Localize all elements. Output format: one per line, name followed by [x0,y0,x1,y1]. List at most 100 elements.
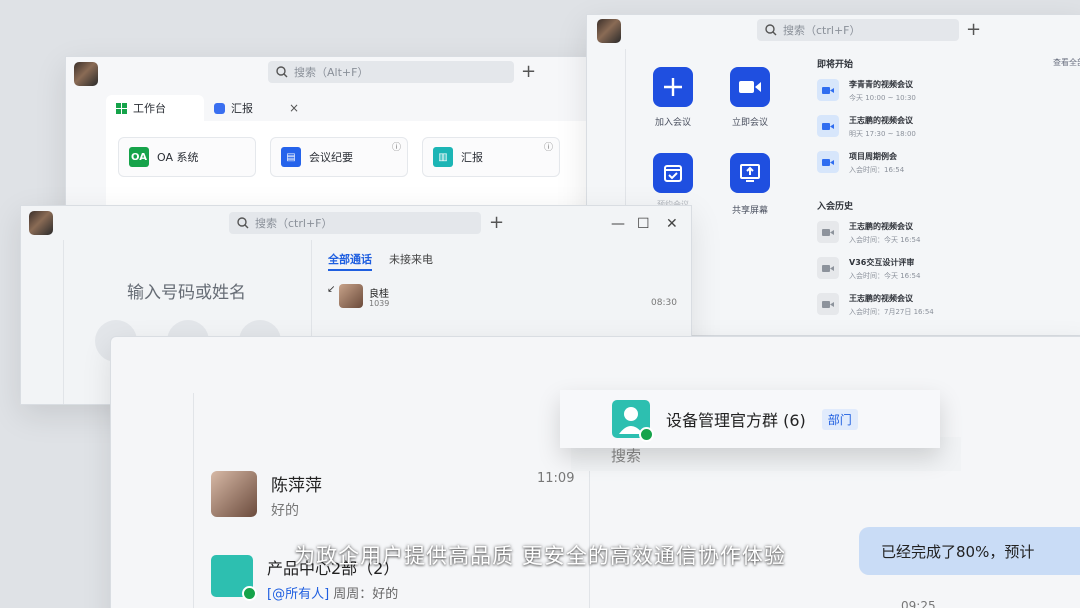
search-placeholder: 搜索（Alt+F） [294,66,369,79]
add-icon[interactable]: + [489,214,504,232]
verified-icon [639,427,654,442]
add-icon[interactable]: + [521,63,536,81]
instant-meeting-label: 立即会议 [731,118,768,128]
search-icon [765,24,777,36]
message-preview: 周周：好的 [333,587,399,602]
sidebar-divider [63,240,64,404]
search-placeholder: 搜索（ctrl+F） [255,217,333,230]
active-tab-indicator [328,269,372,271]
meeting-time: 入会时间：16:54 [849,166,905,174]
history-meeting-item[interactable]: 王志鹏的视频会议 入会时间：今天 16:54 [817,221,920,245]
contact-avatar [211,471,257,517]
join-meeting-label: 加入会议 [654,118,691,128]
tab-all-calls[interactable]: 全部通话 [328,251,372,267]
tab-missed-calls[interactable]: 未接来电 [389,251,433,267]
caller-name: 良桂 [369,289,389,300]
message-time: 11:09 [537,471,575,486]
share-screen-icon [740,164,760,182]
contact-name: 陈萍萍 [271,476,322,496]
verified-icon [242,586,257,601]
schedule-meeting-button[interactable] [653,153,693,193]
mention-tag: [@所有人] [267,587,330,602]
app-label: 汇报 [461,151,483,164]
plus-icon [664,78,682,96]
join-meeting-button[interactable] [653,67,693,107]
meeting-title: 王志鹏的视频会议 [849,294,913,303]
history-meeting-item[interactable]: V36交互设计评审 入会时间：今天 16:54 [817,257,920,281]
search-icon [276,66,288,78]
maximize-icon[interactable]: ☐ [637,216,650,232]
upcoming-title: 即将开始 [817,60,854,70]
message-preview: 好的 [271,503,299,519]
dialer-search[interactable]: 搜索（ctrl+F） [229,212,481,234]
tab-report[interactable]: 汇报 × [204,95,309,121]
meeting-time: 今天 10:00 ~ 10:30 [849,94,916,102]
add-icon[interactable]: + [966,21,981,39]
instant-meeting-button[interactable] [730,67,770,107]
department-badge: 部门 [821,408,858,430]
close-icon[interactable]: ✕ [666,216,678,232]
meeting-title: 王志鹏的视频会议 [849,222,913,231]
close-icon[interactable]: × [289,101,299,115]
upcoming-meeting-item[interactable]: 项目周期例会 入会时间：16:54 [817,151,904,175]
share-screen-label: 共享屏幕 [731,206,768,216]
user-avatar[interactable] [29,211,53,235]
meeting-title: 项目周期例会 [849,152,897,161]
history-title: 入会历史 [817,202,854,212]
bubble-time: 09:25 [901,599,936,608]
app-report[interactable]: ▥ 汇报 ⓘ [422,137,560,177]
share-screen-button[interactable] [730,153,770,193]
number-input[interactable]: 输入号码或姓名 [127,278,246,303]
sidebar-divider [193,393,194,608]
call-time: 08:30 [651,298,677,308]
history-meeting-item[interactable]: 王志鹏的视频会议入会时间：7月27日 16:54 [817,293,934,317]
meeting-time: 入会时间：今天 16:54 [849,272,921,280]
group-title: 设备管理官方群 (6) [666,411,806,430]
outgoing-call-icon: ↙ [327,284,336,295]
meeting-time: 入会时间：今天 16:54 [849,236,921,244]
group-header-card[interactable]: 设备管理官方群 (6) 部门 [560,390,940,448]
caller-avatar [339,284,363,308]
upcoming-meeting-item[interactable]: 李青青的视频会议 今天 10:00 ~ 10:30 [817,79,916,103]
meeting-title: V36交互设计评审 [849,258,915,267]
group-avatar [612,400,654,442]
calendar-icon [664,165,682,182]
meetings-search[interactable]: 搜索（ctrl+F） [757,19,959,41]
video-icon [817,79,839,101]
tab-label: 汇报 [231,102,253,115]
search-icon [237,217,249,229]
minimize-icon[interactable]: — [611,216,625,232]
workbench-window: 搜索（Alt+F） + 工作台 汇报 × OA OA 系统 ▤ 会议纪要 ⓘ ▥… [65,56,605,216]
meeting-time: 明天 17:30 ~ 18:00 [849,130,916,138]
workbench-tabs: 工作台 汇报 × [106,95,309,121]
grid-icon [116,102,127,114]
tab-workbench[interactable]: 工作台 [106,95,204,121]
notes-icon: ▤ [281,147,301,167]
app-label: 会议纪要 [309,151,353,164]
tab-label: 工作台 [133,102,166,115]
view-all-link[interactable]: 查看全部 [1053,57,1080,68]
user-avatar[interactable] [74,62,98,86]
upcoming-meeting-item[interactable]: 王志鹏的视频会议 明天 17:30 ~ 18:00 [817,115,916,139]
caller-number: 1039 [369,299,390,308]
video-icon [817,257,839,279]
chat-list-item[interactable]: 陈萍萍 好的 [211,471,322,520]
report-icon [214,102,225,114]
app-label: OA 系统 [157,151,199,164]
meeting-title: 李青青的视频会议 [849,80,913,89]
app-meeting-notes[interactable]: ▤ 会议纪要 ⓘ [270,137,408,177]
video-icon [817,115,839,137]
meeting-title: 王志鹏的视频会议 [849,116,913,125]
search-placeholder: 搜索（ctrl+F） [783,24,861,37]
user-avatar[interactable] [597,19,621,43]
video-subtitle: 为政企用户提供高品质 更安全的高效通信协作体验 [294,544,786,568]
info-icon[interactable]: ⓘ [544,140,553,153]
video-icon [817,293,839,315]
video-icon [739,81,761,93]
meeting-time: 入会时间：7月27日 16:54 [849,308,934,316]
video-icon [817,151,839,173]
info-icon[interactable]: ⓘ [392,140,401,153]
report-app-icon: ▥ [433,147,453,167]
workbench-search[interactable]: 搜索（Alt+F） [268,61,514,83]
app-oa[interactable]: OA OA 系统 [118,137,256,177]
